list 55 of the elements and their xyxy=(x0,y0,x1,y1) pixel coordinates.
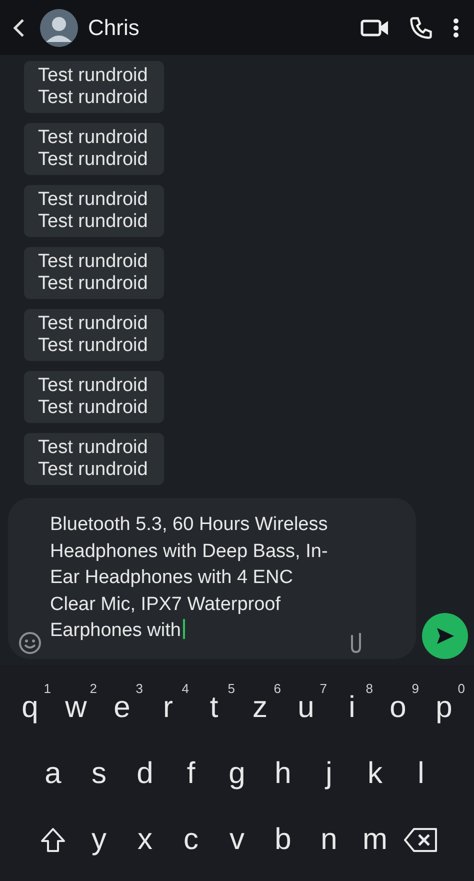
key[interactable]: d xyxy=(122,745,168,803)
message-text: Test rundroid xyxy=(38,459,149,481)
key[interactable]: b xyxy=(260,811,306,869)
key-hint: 4 xyxy=(182,681,189,696)
emoji-button[interactable] xyxy=(18,631,42,655)
send-button[interactable] xyxy=(422,613,468,659)
key[interactable]: z 6 xyxy=(237,679,283,737)
message-text: Test rundroid xyxy=(38,127,149,149)
key-hint: 1 xyxy=(44,681,51,696)
key[interactable]: x xyxy=(122,811,168,869)
more-icon xyxy=(452,16,460,40)
shift-arrow-icon xyxy=(39,826,67,854)
key-hint: 9 xyxy=(412,681,419,696)
key-hint: 6 xyxy=(274,681,281,696)
phone-icon xyxy=(408,14,434,40)
key[interactable]: t 5 xyxy=(191,679,237,737)
message-text: Test rundroid xyxy=(38,211,149,233)
key[interactable]: a xyxy=(30,745,76,803)
key[interactable]: m xyxy=(352,811,398,869)
message-text: Test rundroid xyxy=(38,273,149,295)
message-text: Test rundroid xyxy=(38,397,149,419)
key[interactable]: k xyxy=(352,745,398,803)
key[interactable]: v xyxy=(214,811,260,869)
key-hint: 5 xyxy=(228,681,235,696)
key[interactable]: s xyxy=(76,745,122,803)
send-icon xyxy=(434,625,456,647)
key-hint: 0 xyxy=(458,681,465,696)
key[interactable]: c xyxy=(168,811,214,869)
emoji-icon xyxy=(18,631,42,655)
key[interactable]: i 8 xyxy=(329,679,375,737)
key[interactable]: h xyxy=(260,745,306,803)
message-text: Test rundroid xyxy=(38,313,149,335)
message-text: Test rundroid xyxy=(38,335,149,357)
message-text: Test rundroid xyxy=(38,149,149,171)
key[interactable]: g xyxy=(214,745,260,803)
key[interactable]: r 4 xyxy=(145,679,191,737)
key-hint: 8 xyxy=(366,681,373,696)
key[interactable]: l xyxy=(398,745,444,803)
key[interactable]: n xyxy=(306,811,352,869)
avatar-icon xyxy=(40,8,78,46)
contact-name: Chris xyxy=(88,14,140,40)
message-text: Test rundroid xyxy=(38,65,149,87)
message-text: Test rundroid xyxy=(38,189,149,211)
key[interactable]: y xyxy=(76,811,122,869)
key-hint: 2 xyxy=(90,681,97,696)
message-field[interactable]: Bluetooth 5.3, 60 Hours Wireless Headphones with Deep Bass, In-Ear Headphones with 4 ENC Clear Mic, IPX7 Waterproof Earphones with xyxy=(8,498,416,659)
key[interactable]: f xyxy=(168,745,214,803)
message-text: Test rundroid xyxy=(38,437,149,459)
message-text: Test rundroid xyxy=(38,87,149,109)
key-hint: 7 xyxy=(320,681,327,696)
key[interactable]: j xyxy=(306,745,352,803)
message-text: Test rundroid xyxy=(38,251,149,273)
backspace-icon xyxy=(404,827,438,853)
message-text: Test rundroid xyxy=(38,375,149,397)
key-hint: 3 xyxy=(136,681,143,696)
